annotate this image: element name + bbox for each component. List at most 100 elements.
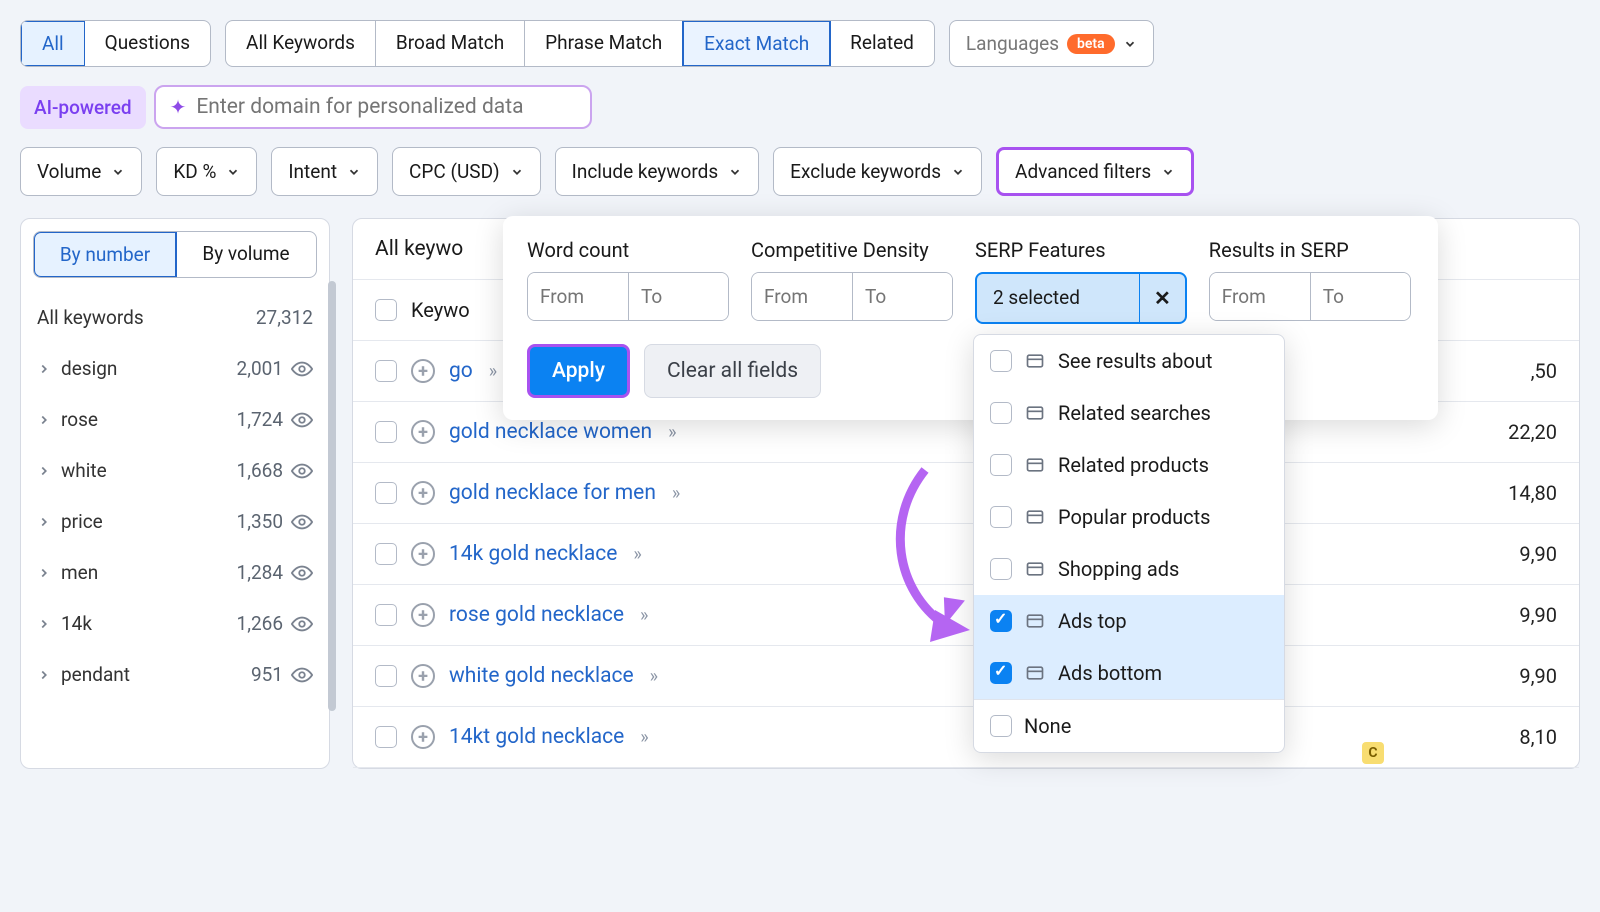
dd-label: See results about — [1058, 349, 1212, 373]
dd-none[interactable]: None — [974, 700, 1284, 752]
dd-checkbox[interactable] — [990, 350, 1012, 372]
kw-group-item[interactable]: 14k 1,266 — [33, 598, 317, 649]
keyword-link[interactable]: 14kt gold necklace — [449, 725, 624, 749]
word-count-range — [527, 272, 729, 321]
feature-icon — [1024, 350, 1046, 372]
comp-density-to[interactable] — [852, 273, 952, 320]
ai-powered-badge: AI-powered — [20, 86, 146, 129]
tab-all[interactable]: All — [21, 21, 85, 66]
row-checkbox[interactable] — [375, 726, 397, 748]
row-checkbox[interactable] — [375, 421, 397, 443]
row-value: 8,10 — [1519, 725, 1557, 749]
dd-checkbox[interactable] — [990, 506, 1012, 528]
add-icon[interactable]: + — [411, 481, 435, 505]
keyword-groups-panel: By number By volume All keywords 27,312 … — [20, 218, 330, 769]
add-icon[interactable]: + — [411, 420, 435, 444]
dd-item[interactable]: See results about — [974, 335, 1284, 387]
double-chevron-icon[interactable]: » — [668, 422, 676, 443]
word-count-from[interactable] — [528, 273, 628, 320]
eye-icon — [291, 613, 313, 635]
dd-label: Shopping ads — [1058, 557, 1179, 581]
kw-group-item[interactable]: rose 1,724 — [33, 394, 317, 445]
tab-questions[interactable]: Questions — [85, 21, 210, 66]
dd-checkbox[interactable] — [990, 402, 1012, 424]
row-checkbox[interactable] — [375, 360, 397, 382]
tab-by-number[interactable]: By number — [33, 231, 177, 278]
kw-group-item[interactable]: white 1,668 — [33, 445, 317, 496]
keyword-link[interactable]: go — [449, 359, 473, 383]
filter-exclude[interactable]: Exclude keywords — [773, 147, 982, 196]
dd-item[interactable]: Ads top — [974, 595, 1284, 647]
scrollbar[interactable] — [328, 281, 336, 711]
add-icon[interactable]: + — [411, 542, 435, 566]
group-all-count: 27,312 — [256, 306, 313, 329]
double-chevron-icon[interactable]: » — [633, 544, 641, 565]
dd-label: Ads bottom — [1058, 661, 1162, 685]
dd-item[interactable]: Related searches — [974, 387, 1284, 439]
kw-group-item[interactable]: design 2,001 — [33, 343, 317, 394]
label-word-count: Word count — [527, 238, 729, 262]
chevron-right-icon — [37, 668, 51, 682]
chevron-down-icon — [951, 165, 965, 179]
filter-intent[interactable]: Intent — [271, 147, 378, 196]
dd-checkbox[interactable] — [990, 558, 1012, 580]
keyword-link[interactable]: rose gold necklace — [449, 603, 624, 627]
filter-include[interactable]: Include keywords — [555, 147, 760, 196]
keyword-link[interactable]: gold necklace for men — [449, 481, 656, 505]
dd-none-label: None — [1024, 714, 1071, 738]
dd-none-checkbox[interactable] — [990, 715, 1012, 737]
dd-item[interactable]: Ads bottom — [974, 647, 1284, 699]
table-row: + rose gold necklace » 9,90 — [353, 585, 1579, 646]
clear-all-button[interactable]: Clear all fields — [644, 344, 821, 398]
dd-item[interactable]: Popular products — [974, 491, 1284, 543]
filter-volume[interactable]: Volume — [20, 147, 142, 196]
group-name: white — [61, 459, 107, 482]
domain-input[interactable] — [196, 95, 576, 119]
add-icon[interactable]: + — [411, 603, 435, 627]
keyword-link[interactable]: white gold necklace — [449, 664, 634, 688]
serp-clear-icon[interactable]: ✕ — [1139, 274, 1185, 322]
word-count-to[interactable] — [628, 273, 728, 320]
kw-group-item[interactable]: men 1,284 — [33, 547, 317, 598]
select-all-checkbox[interactable] — [375, 299, 397, 321]
tab-all-keywords[interactable]: All Keywords — [226, 21, 376, 66]
filter-cpc[interactable]: CPC (USD) — [392, 147, 541, 196]
kw-group-item[interactable]: pendant 951 — [33, 649, 317, 700]
filter-row: Volume KD % Intent CPC (USD) Include key… — [20, 147, 1580, 196]
tab-exact-match[interactable]: Exact Match — [682, 20, 831, 67]
dd-item[interactable]: Related products — [974, 439, 1284, 491]
row-checkbox[interactable] — [375, 482, 397, 504]
tab-by-volume[interactable]: By volume — [176, 232, 316, 277]
filter-advanced[interactable]: Advanced filters — [996, 147, 1194, 196]
kw-group-item[interactable]: price 1,350 — [33, 496, 317, 547]
keyword-link[interactable]: gold necklace women — [449, 420, 652, 444]
tab-phrase-match[interactable]: Phrase Match — [525, 21, 683, 66]
serp-features-select[interactable]: 2 selected ✕ — [975, 272, 1187, 324]
group-count: 2,001 — [237, 357, 283, 380]
tab-related[interactable]: Related — [830, 21, 934, 66]
add-icon[interactable]: + — [411, 359, 435, 383]
double-chevron-icon[interactable]: » — [650, 666, 658, 687]
double-chevron-icon[interactable]: » — [640, 727, 648, 748]
row-checkbox[interactable] — [375, 604, 397, 626]
add-icon[interactable]: + — [411, 664, 435, 688]
dd-checkbox[interactable] — [990, 610, 1012, 632]
dd-item[interactable]: Shopping ads — [974, 543, 1284, 595]
comp-density-from[interactable] — [752, 273, 852, 320]
ai-input-wrap[interactable]: ✦ — [154, 85, 593, 129]
filter-kd[interactable]: KD % — [156, 147, 257, 196]
double-chevron-icon[interactable]: » — [640, 605, 648, 626]
row-checkbox[interactable] — [375, 543, 397, 565]
row-checkbox[interactable] — [375, 665, 397, 687]
languages-dropdown[interactable]: Languages beta — [949, 20, 1154, 67]
results-to[interactable] — [1310, 273, 1410, 320]
add-icon[interactable]: + — [411, 725, 435, 749]
tab-broad-match[interactable]: Broad Match — [376, 21, 525, 66]
double-chevron-icon[interactable]: » — [489, 361, 497, 382]
keyword-link[interactable]: 14k gold necklace — [449, 542, 617, 566]
results-from[interactable] — [1210, 273, 1310, 320]
dd-checkbox[interactable] — [990, 662, 1012, 684]
double-chevron-icon[interactable]: » — [672, 483, 680, 504]
apply-button[interactable]: Apply — [527, 344, 630, 398]
dd-checkbox[interactable] — [990, 454, 1012, 476]
